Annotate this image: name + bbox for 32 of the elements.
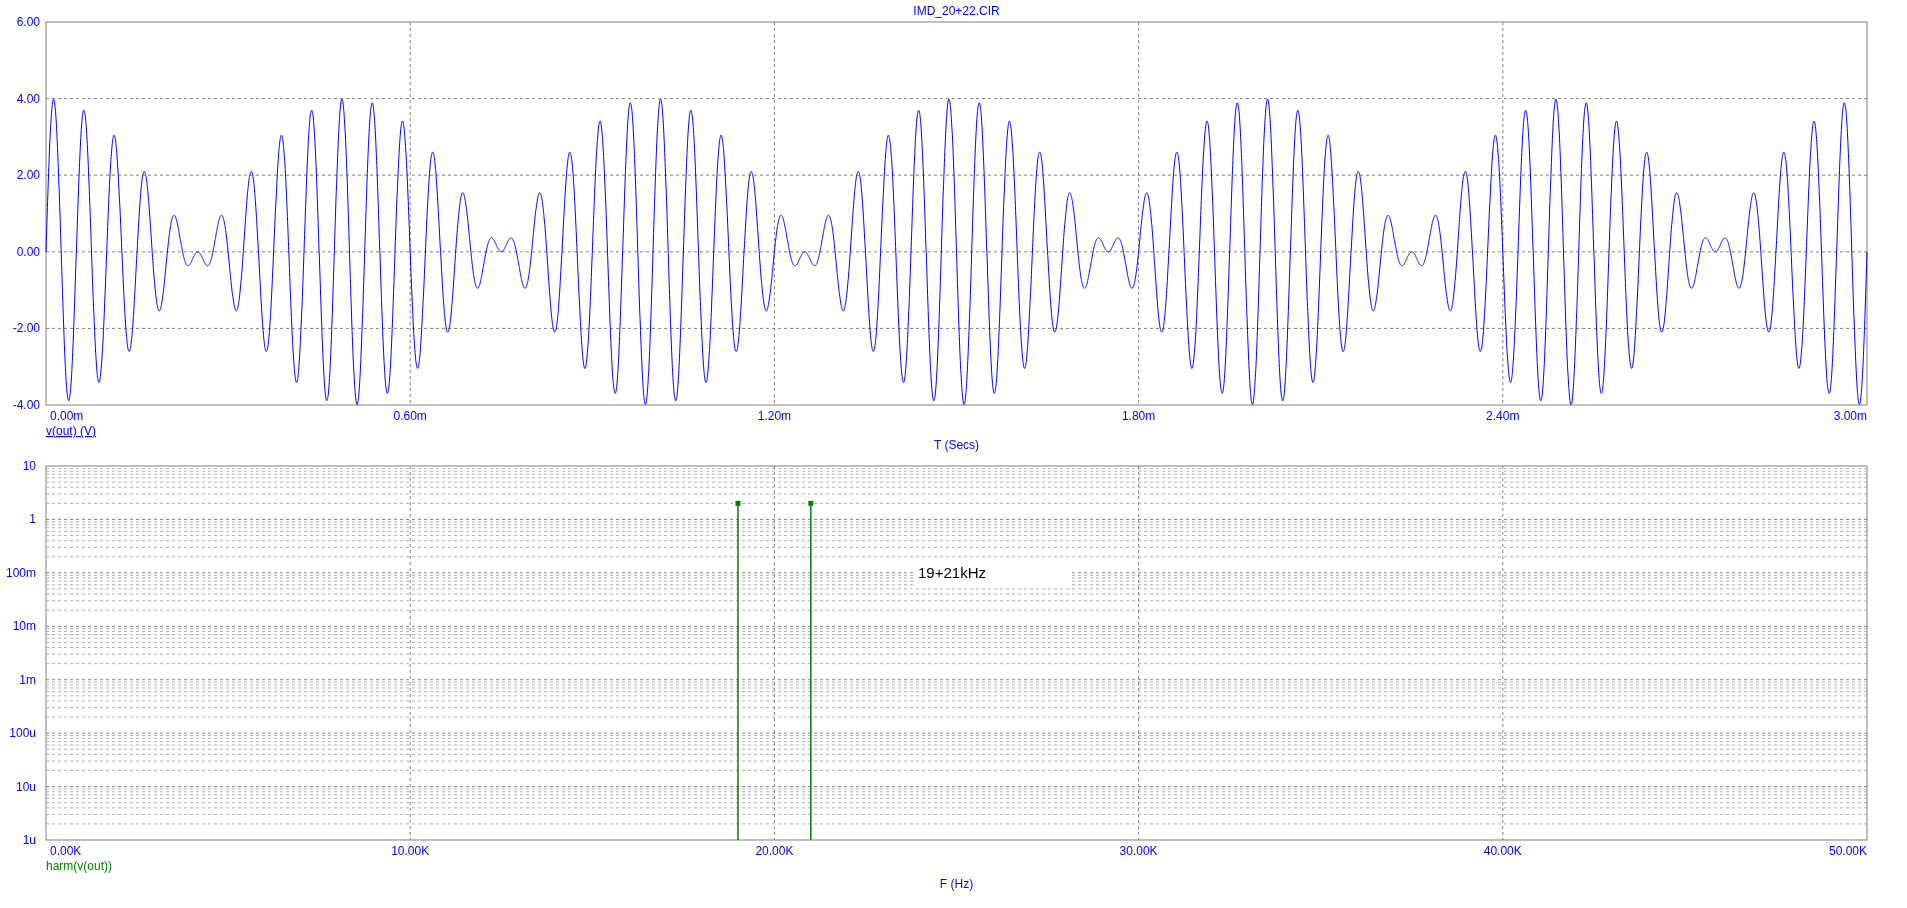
axis-tick-label: 0.00 [16, 244, 40, 259]
axis-tick-label: 1 [29, 512, 36, 527]
axis-tick-label: 2.00 [16, 168, 40, 183]
axis-tick-label: 1m [19, 672, 36, 687]
axis-tick-label: 20.00K [755, 844, 794, 858]
axis-tick-label: 2.40m [1486, 409, 1520, 423]
axis-tick-label: 0.60m [393, 409, 427, 423]
axis-tick-label: 0.00m [50, 409, 84, 423]
plot-title: IMD_20+22.CIR [913, 4, 1000, 18]
axis-tick-label: 0.00K [50, 844, 82, 858]
trace-legend: harm(v(out)) [46, 859, 112, 873]
axis-tick-label: 1u [22, 833, 36, 847]
axis-tick-label: 10 [22, 459, 36, 473]
axis-tick-label: 100u [9, 726, 36, 741]
axis-tick-label: 1.20m [757, 409, 792, 423]
axis-title: T (Secs) [933, 438, 980, 452]
axis-tick-label: 10u [15, 779, 36, 794]
axis-tick-label: -2.00 [12, 321, 40, 336]
axis-tick-label: -4.00 [12, 398, 40, 412]
axis-tick-label: 6.00 [16, 15, 40, 29]
axis-tick-label: 3.00m [1833, 409, 1867, 423]
axis-tick-label: 4.00 [16, 91, 40, 106]
axis-tick-label: 100m [5, 565, 36, 580]
axis-tick-label: 50.00K [1828, 844, 1867, 858]
annotation-label: 19+21kHz [918, 564, 986, 581]
axis-tick-label: 10.00K [391, 844, 430, 858]
axis-tick-label: 30.00K [1119, 844, 1158, 858]
axis-tick-label: 40.00K [1483, 844, 1522, 858]
axis-tick-label: 10m [12, 619, 36, 634]
trace-legend: v(out) (V) [46, 424, 96, 438]
axis-title: F (Hz) [939, 877, 974, 891]
axis-tick-label: 1.80m [1121, 409, 1156, 423]
